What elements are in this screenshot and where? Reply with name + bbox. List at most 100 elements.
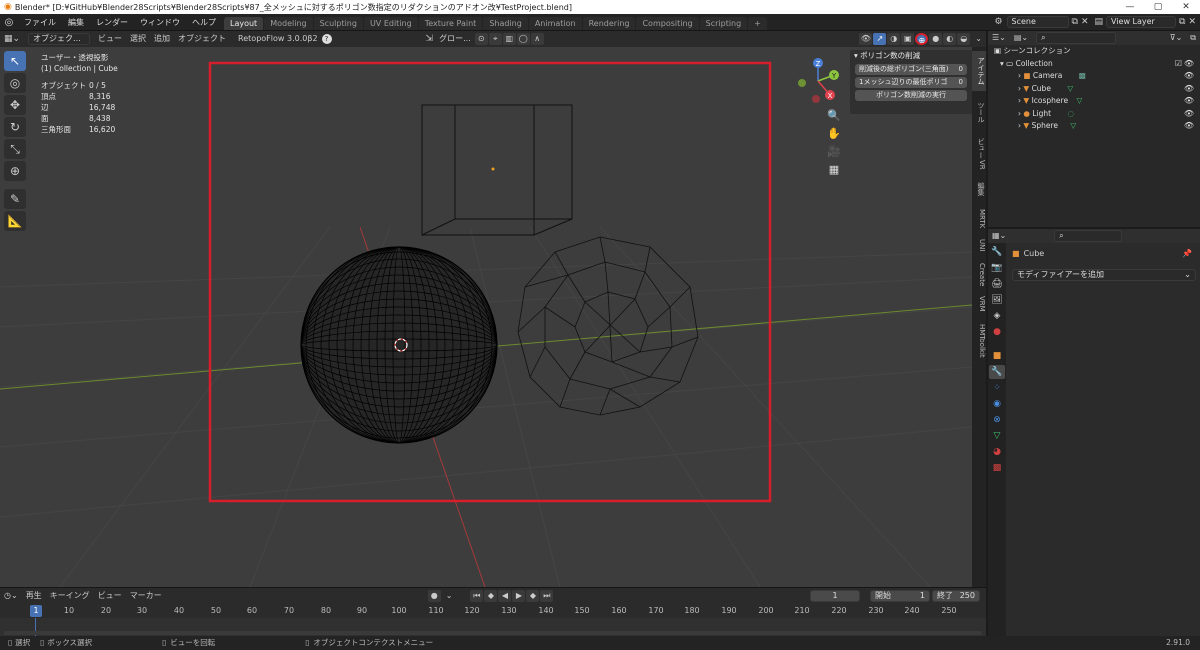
tab-scripting[interactable]: Scripting (699, 17, 748, 30)
sidebar-tab-vrm[interactable]: VRM (972, 293, 986, 315)
eye-icon[interactable]: 👁 (1184, 120, 1194, 133)
tab-animation[interactable]: Animation (528, 17, 582, 30)
tab-modeling[interactable]: Modeling (264, 17, 313, 30)
minimize-button[interactable]: — (1116, 2, 1144, 12)
tab-sculpting[interactable]: Sculpting (313, 17, 363, 30)
sidebar-tab-create[interactable]: Create (972, 259, 986, 291)
object-properties-icon[interactable]: ■ (989, 349, 1005, 363)
menu-edit[interactable]: 編集 (62, 14, 90, 31)
outliner-collection[interactable]: ▾ ▭ Collection ☑ 👁 (988, 58, 1200, 71)
mode-selector[interactable]: オブジェク... (28, 33, 91, 45)
render-properties-icon[interactable]: 📷 (989, 261, 1005, 275)
keying-set-icon[interactable]: ⌄ (442, 590, 457, 602)
perspective-toggle-icon[interactable]: ▦ (824, 161, 844, 179)
play-reverse-icon[interactable]: ◀ (498, 590, 512, 602)
menu-select[interactable]: 選択 (126, 33, 150, 45)
shading-options-icon[interactable]: ⌄ (971, 33, 986, 45)
new-scene-icon[interactable]: ⧉ (1072, 17, 1078, 27)
tab-shading[interactable]: Shading (483, 17, 528, 30)
transform-orientation-selector[interactable]: グロー... (435, 33, 475, 45)
menu-window[interactable]: ウィンドウ (134, 14, 186, 31)
retopoflow-help-icon[interactable]: ? (321, 34, 332, 44)
tool-properties-icon[interactable]: 🔧 (989, 245, 1005, 259)
new-view-layer-icon[interactable]: ⧉ (1179, 17, 1185, 27)
timeline-menu-keying[interactable]: キーイング (46, 590, 94, 602)
menu-render[interactable]: レンダー (90, 14, 134, 31)
play-icon[interactable]: ▶ (512, 590, 526, 602)
camera-view-icon[interactable]: 🎥 (824, 143, 844, 161)
prev-keyframe-icon[interactable]: ◆ (484, 590, 498, 602)
outliner-editor-type-icon[interactable]: ☰⌄ (988, 32, 1010, 44)
run-reduction-button[interactable]: ポリゴン数削減の実行 (855, 90, 967, 101)
remove-view-layer-icon[interactable]: ✕ (1188, 17, 1196, 27)
material-shading-icon[interactable]: ◐ (943, 33, 957, 45)
particle-properties-icon[interactable]: ⁘ (989, 381, 1005, 395)
cursor-tool-icon[interactable]: ◎ (4, 73, 26, 93)
menu-add[interactable]: 追加 (150, 33, 174, 45)
start-frame-field[interactable]: 開始 1 (870, 590, 930, 602)
3d-viewport[interactable]: ↖ ◎ ✥ ↻ ⤡ ⊕ ✎ 📐 ユーザー・透視投影 (1) Collection… (0, 47, 972, 587)
tab-texture-paint[interactable]: Texture Paint (418, 17, 483, 30)
timeline-scrollbar[interactable] (4, 631, 982, 635)
menu-object[interactable]: オブジェクト (174, 33, 230, 45)
output-properties-icon[interactable]: 🖨 (989, 277, 1005, 291)
panel-header[interactable]: ▾ ポリゴン数の削減 (850, 50, 972, 62)
close-button[interactable]: ✕ (1172, 2, 1200, 12)
measure-tool-icon[interactable]: 📐 (4, 211, 26, 231)
maximize-button[interactable]: ▢ (1144, 2, 1172, 12)
scene-selector[interactable]: Scene (1006, 16, 1069, 28)
eye-icon[interactable]: 👁 (1184, 70, 1194, 83)
outliner-scene-collection[interactable]: ▣ シーンコレクション (988, 45, 1200, 58)
tab-rendering[interactable]: Rendering (582, 17, 636, 30)
remove-scene-icon[interactable]: ✕ (1081, 17, 1089, 27)
menu-help[interactable]: ヘルプ (186, 14, 222, 31)
rotate-tool-icon[interactable]: ↻ (4, 117, 26, 137)
falloff-icon[interactable]: ∧ (530, 33, 544, 45)
wireframe-shading-icon[interactable]: ⊕ (915, 33, 929, 45)
texture-properties-icon[interactable]: ▩ (989, 461, 1005, 475)
eye-icon[interactable]: 👁 (1184, 108, 1194, 121)
timeline-menu-playback[interactable]: 再生 (22, 590, 46, 602)
sidebar-tab-vr[interactable]: VR (972, 155, 986, 175)
editor-type-icon[interactable]: ▦⌄ (0, 33, 24, 45)
proportional-edit-icon[interactable]: ◯ (516, 33, 530, 45)
pan-view-icon[interactable]: ✋ (824, 125, 844, 143)
gizmo-toggle-icon[interactable]: ↗ (873, 33, 887, 45)
data-properties-icon[interactable]: ▽ (989, 429, 1005, 443)
sidebar-tab-edit[interactable]: 編集 (972, 177, 986, 201)
next-keyframe-icon[interactable]: ◆ (526, 590, 540, 602)
outliner-item-sphere[interactable]: › ▼ Sphere ▽ 👁 (988, 120, 1200, 133)
filter-icon[interactable]: ⊽⌄ (1166, 32, 1187, 44)
sidebar-tab-item[interactable]: アイテム (972, 51, 986, 91)
sidebar-tab-uni[interactable]: UNI (972, 235, 986, 255)
modifier-properties-icon[interactable]: 🔧 (989, 365, 1005, 379)
display-mode-icon[interactable]: ▤⌄ (1010, 32, 1032, 44)
solid-shading-icon[interactable]: ● (929, 33, 943, 45)
timeline-track[interactable] (0, 618, 986, 636)
snap-target-icon[interactable]: ▥ (502, 33, 516, 45)
min-polygon-field[interactable]: 1メッシュ辺りの最低ポリゴ 0 (855, 77, 967, 88)
constraint-properties-icon[interactable]: ⊗ (989, 413, 1005, 427)
view-layer-properties-icon[interactable]: 🖼 (989, 293, 1005, 307)
outliner-item-cube[interactable]: › ▼ Cube ▽ 👁 (988, 83, 1200, 96)
menu-file[interactable]: ファイル (18, 14, 62, 31)
overlay-toggle-icon[interactable]: ◑ (887, 33, 901, 45)
jump-start-icon[interactable]: ⏮ (470, 590, 484, 602)
eye-icon[interactable]: 👁 (1184, 83, 1194, 96)
view-layer-selector[interactable]: View Layer (1106, 16, 1177, 28)
sidebar-tab-mrtk[interactable]: MRTK (972, 205, 986, 233)
world-properties-icon[interactable]: ● (989, 325, 1005, 339)
timeline-menu-marker[interactable]: マーカー (126, 590, 166, 602)
total-polygon-field[interactable]: 削減後の総ポリゴン(三角面) 0 (855, 64, 967, 75)
outliner-item-icosphere[interactable]: › ▼ Icosphere ▽ 👁 (988, 95, 1200, 108)
navigation-gizmo[interactable]: Z Y X 🔍 ✋ 🎥 ▦ (790, 51, 846, 191)
zoom-view-icon[interactable]: 🔍 (824, 107, 844, 125)
sidebar-tab-tool[interactable]: ツール (972, 93, 986, 131)
add-workspace-button[interactable]: + (748, 17, 767, 30)
outliner-search-input[interactable]: ⌕ (1036, 32, 1117, 44)
rendered-shading-icon[interactable]: ◒ (957, 33, 971, 45)
collection-checkbox-icon[interactable]: ☑ (1175, 58, 1182, 71)
properties-editor-type-icon[interactable]: ▦⌄ (988, 230, 1010, 242)
move-tool-icon[interactable]: ✥ (4, 95, 26, 115)
new-collection-icon[interactable]: ⧉ (1186, 32, 1200, 44)
